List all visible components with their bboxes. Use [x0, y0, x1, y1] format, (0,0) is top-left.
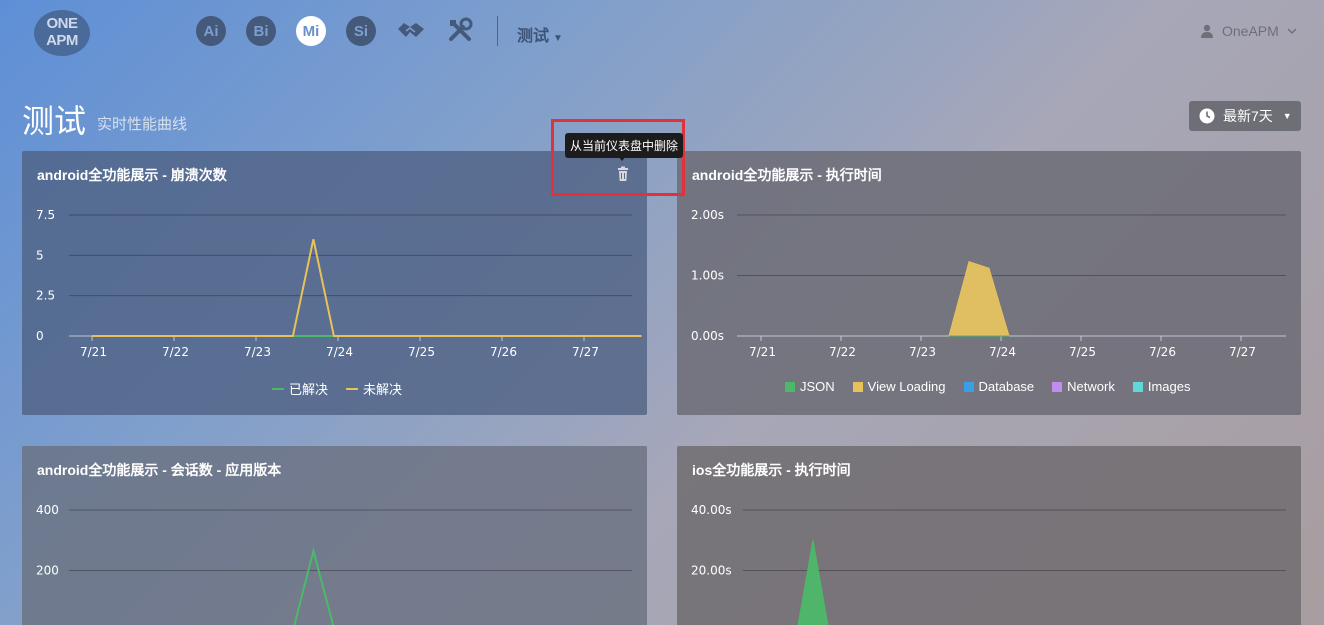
- legend-swatch: [272, 387, 284, 390]
- legend-label: Network: [1067, 379, 1115, 394]
- page-subtitle: 实时性能曲线: [97, 116, 188, 133]
- legend-item-view-loading[interactable]: View Loading: [852, 379, 946, 394]
- sessions-chart: 200 400: [36, 503, 632, 625]
- panel-android-exec-time: android全功能展示 - 执行时间 0.00s 1.00s 2.00s 7/21 7…: [677, 151, 1301, 415]
- exec-time-chart: 0.00s 1.00s 2.00s 7/21 7/22 7/23 7/24 7/25 7/26 7…: [691, 208, 1286, 359]
- chart-legend: JSON View Loading Database Network Image…: [785, 379, 1190, 394]
- legend-item-network[interactable]: Network: [1052, 379, 1115, 394]
- x-tick-label: 7/22: [829, 345, 856, 359]
- legend-swatch: [852, 381, 863, 392]
- ios-exec-time-chart: 20.00s 40.00s: [691, 503, 1286, 625]
- nav-separator: [497, 16, 498, 46]
- user-name: OneAPM: [1222, 23, 1279, 39]
- app-dropdown[interactable]: 测试 ▼: [517, 22, 563, 46]
- legend-swatch: [1132, 381, 1143, 392]
- x-tick-label: 7/25: [408, 345, 435, 359]
- legend-item-json[interactable]: JSON: [785, 379, 835, 394]
- remove-from-dashboard-tooltip: 从当前仪表盘中删除: [565, 133, 684, 161]
- x-tick-label: 7/23: [244, 345, 271, 359]
- page-title: 测试: [22, 103, 87, 139]
- legend-label: Database: [978, 379, 1035, 394]
- panel-android-sessions: android全功能展示 - 会话数 - 应用版本 200 400: [22, 446, 647, 625]
- legend-item-images[interactable]: Images: [1132, 379, 1191, 394]
- legend-swatch: [1052, 381, 1063, 392]
- x-tick-label: 7/27: [572, 345, 599, 359]
- y-tick-label: 5: [36, 248, 44, 262]
- legend-label: View Loading: [867, 379, 946, 394]
- x-tick-label: 7/26: [490, 345, 517, 359]
- y-tick-label: 7.5: [36, 208, 55, 222]
- top-navbar: ONE APM Ai Bi Mi Si 测试 ▼ OneAPM: [0, 0, 1324, 62]
- legend-swatch: [346, 387, 359, 390]
- y-tick-label: 0: [36, 329, 44, 343]
- x-tick-label: 7/26: [1149, 345, 1176, 359]
- chevron-down-icon: ▼: [553, 33, 563, 44]
- y-tick-label: 40.00s: [691, 503, 732, 517]
- legend-label: JSON: [800, 379, 835, 394]
- x-tick-label: 7/27: [1229, 345, 1256, 359]
- chevron-down-icon: [1287, 28, 1297, 35]
- y-tick-label: 2.5: [36, 289, 55, 303]
- y-tick-label: 0.00s: [691, 329, 724, 343]
- y-tick-label: 2.00s: [691, 208, 724, 222]
- x-tick-label: 7/24: [326, 345, 353, 359]
- area-series: [948, 260, 1010, 337]
- time-range-button[interactable]: 最新7天 ▼: [1189, 101, 1301, 131]
- logo-line-1: ONE: [46, 15, 78, 32]
- legend-label: Images: [1147, 379, 1191, 394]
- nav-mi-button[interactable]: Mi: [296, 16, 326, 46]
- time-range-label: 最新7天: [1223, 108, 1273, 124]
- y-tick-label: 200: [36, 564, 59, 578]
- x-tick-label: 7/22: [162, 345, 189, 359]
- chevron-down-icon: ▼: [1282, 111, 1292, 121]
- legend-label: 未解决: [363, 382, 403, 397]
- x-tick-label: 7/25: [1069, 345, 1096, 359]
- x-tick-label: 7/23: [909, 345, 936, 359]
- nav-bi-button[interactable]: Bi: [246, 16, 276, 46]
- line-series: [92, 238, 642, 337]
- legend-item-database[interactable]: Database: [963, 379, 1035, 394]
- legend-swatch: [785, 381, 795, 392]
- oneapm-logo[interactable]: ONE APM: [34, 10, 90, 56]
- panel-ios-exec-time: ios全功能展示 - 执行时间 20.00s 40.00s: [677, 446, 1301, 625]
- nav-ai-button[interactable]: Ai: [196, 16, 226, 46]
- x-tick-label: 7/24: [989, 345, 1016, 359]
- handshake-icon[interactable]: [396, 16, 426, 46]
- logo-line-2: APM: [46, 32, 78, 49]
- product-nav: Ai Bi Mi Si: [196, 16, 496, 46]
- user-icon: [1201, 24, 1213, 38]
- y-tick-label: 1.00s: [691, 269, 724, 283]
- y-tick-label: 20.00s: [691, 564, 732, 578]
- nav-si-button[interactable]: Si: [346, 16, 376, 46]
- legend-swatch: [963, 381, 974, 392]
- tools-icon[interactable]: [446, 16, 476, 46]
- x-tick-label: 7/21: [749, 345, 776, 359]
- area-series: [797, 540, 829, 625]
- line-series: [293, 546, 335, 625]
- legend-item-unresolved[interactable]: 未解决: [346, 379, 402, 398]
- chart-legend: 已解决 未解决: [272, 379, 402, 398]
- x-tick-label: 7/21: [80, 345, 107, 359]
- clock-icon: [1199, 108, 1215, 124]
- legend-label: 已解决: [289, 382, 329, 397]
- app-dropdown-label: 测试: [517, 28, 550, 45]
- y-tick-label: 400: [36, 503, 59, 517]
- user-menu[interactable]: OneAPM: [1200, 23, 1297, 39]
- legend-item-resolved[interactable]: 已解决: [272, 379, 328, 398]
